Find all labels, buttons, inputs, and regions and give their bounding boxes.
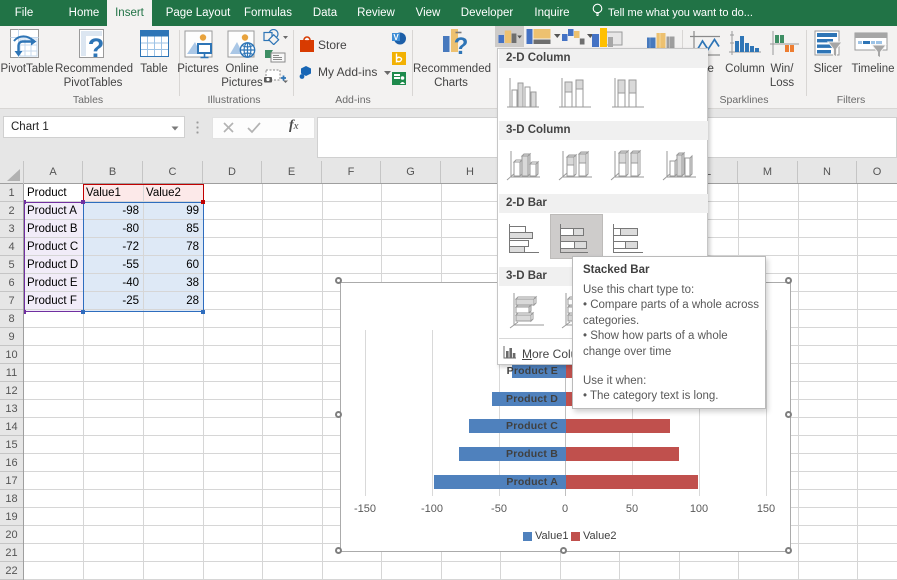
svg-text:V: V (393, 33, 399, 42)
svg-text:?: ? (88, 33, 105, 60)
svg-text:?: ? (454, 33, 469, 58)
